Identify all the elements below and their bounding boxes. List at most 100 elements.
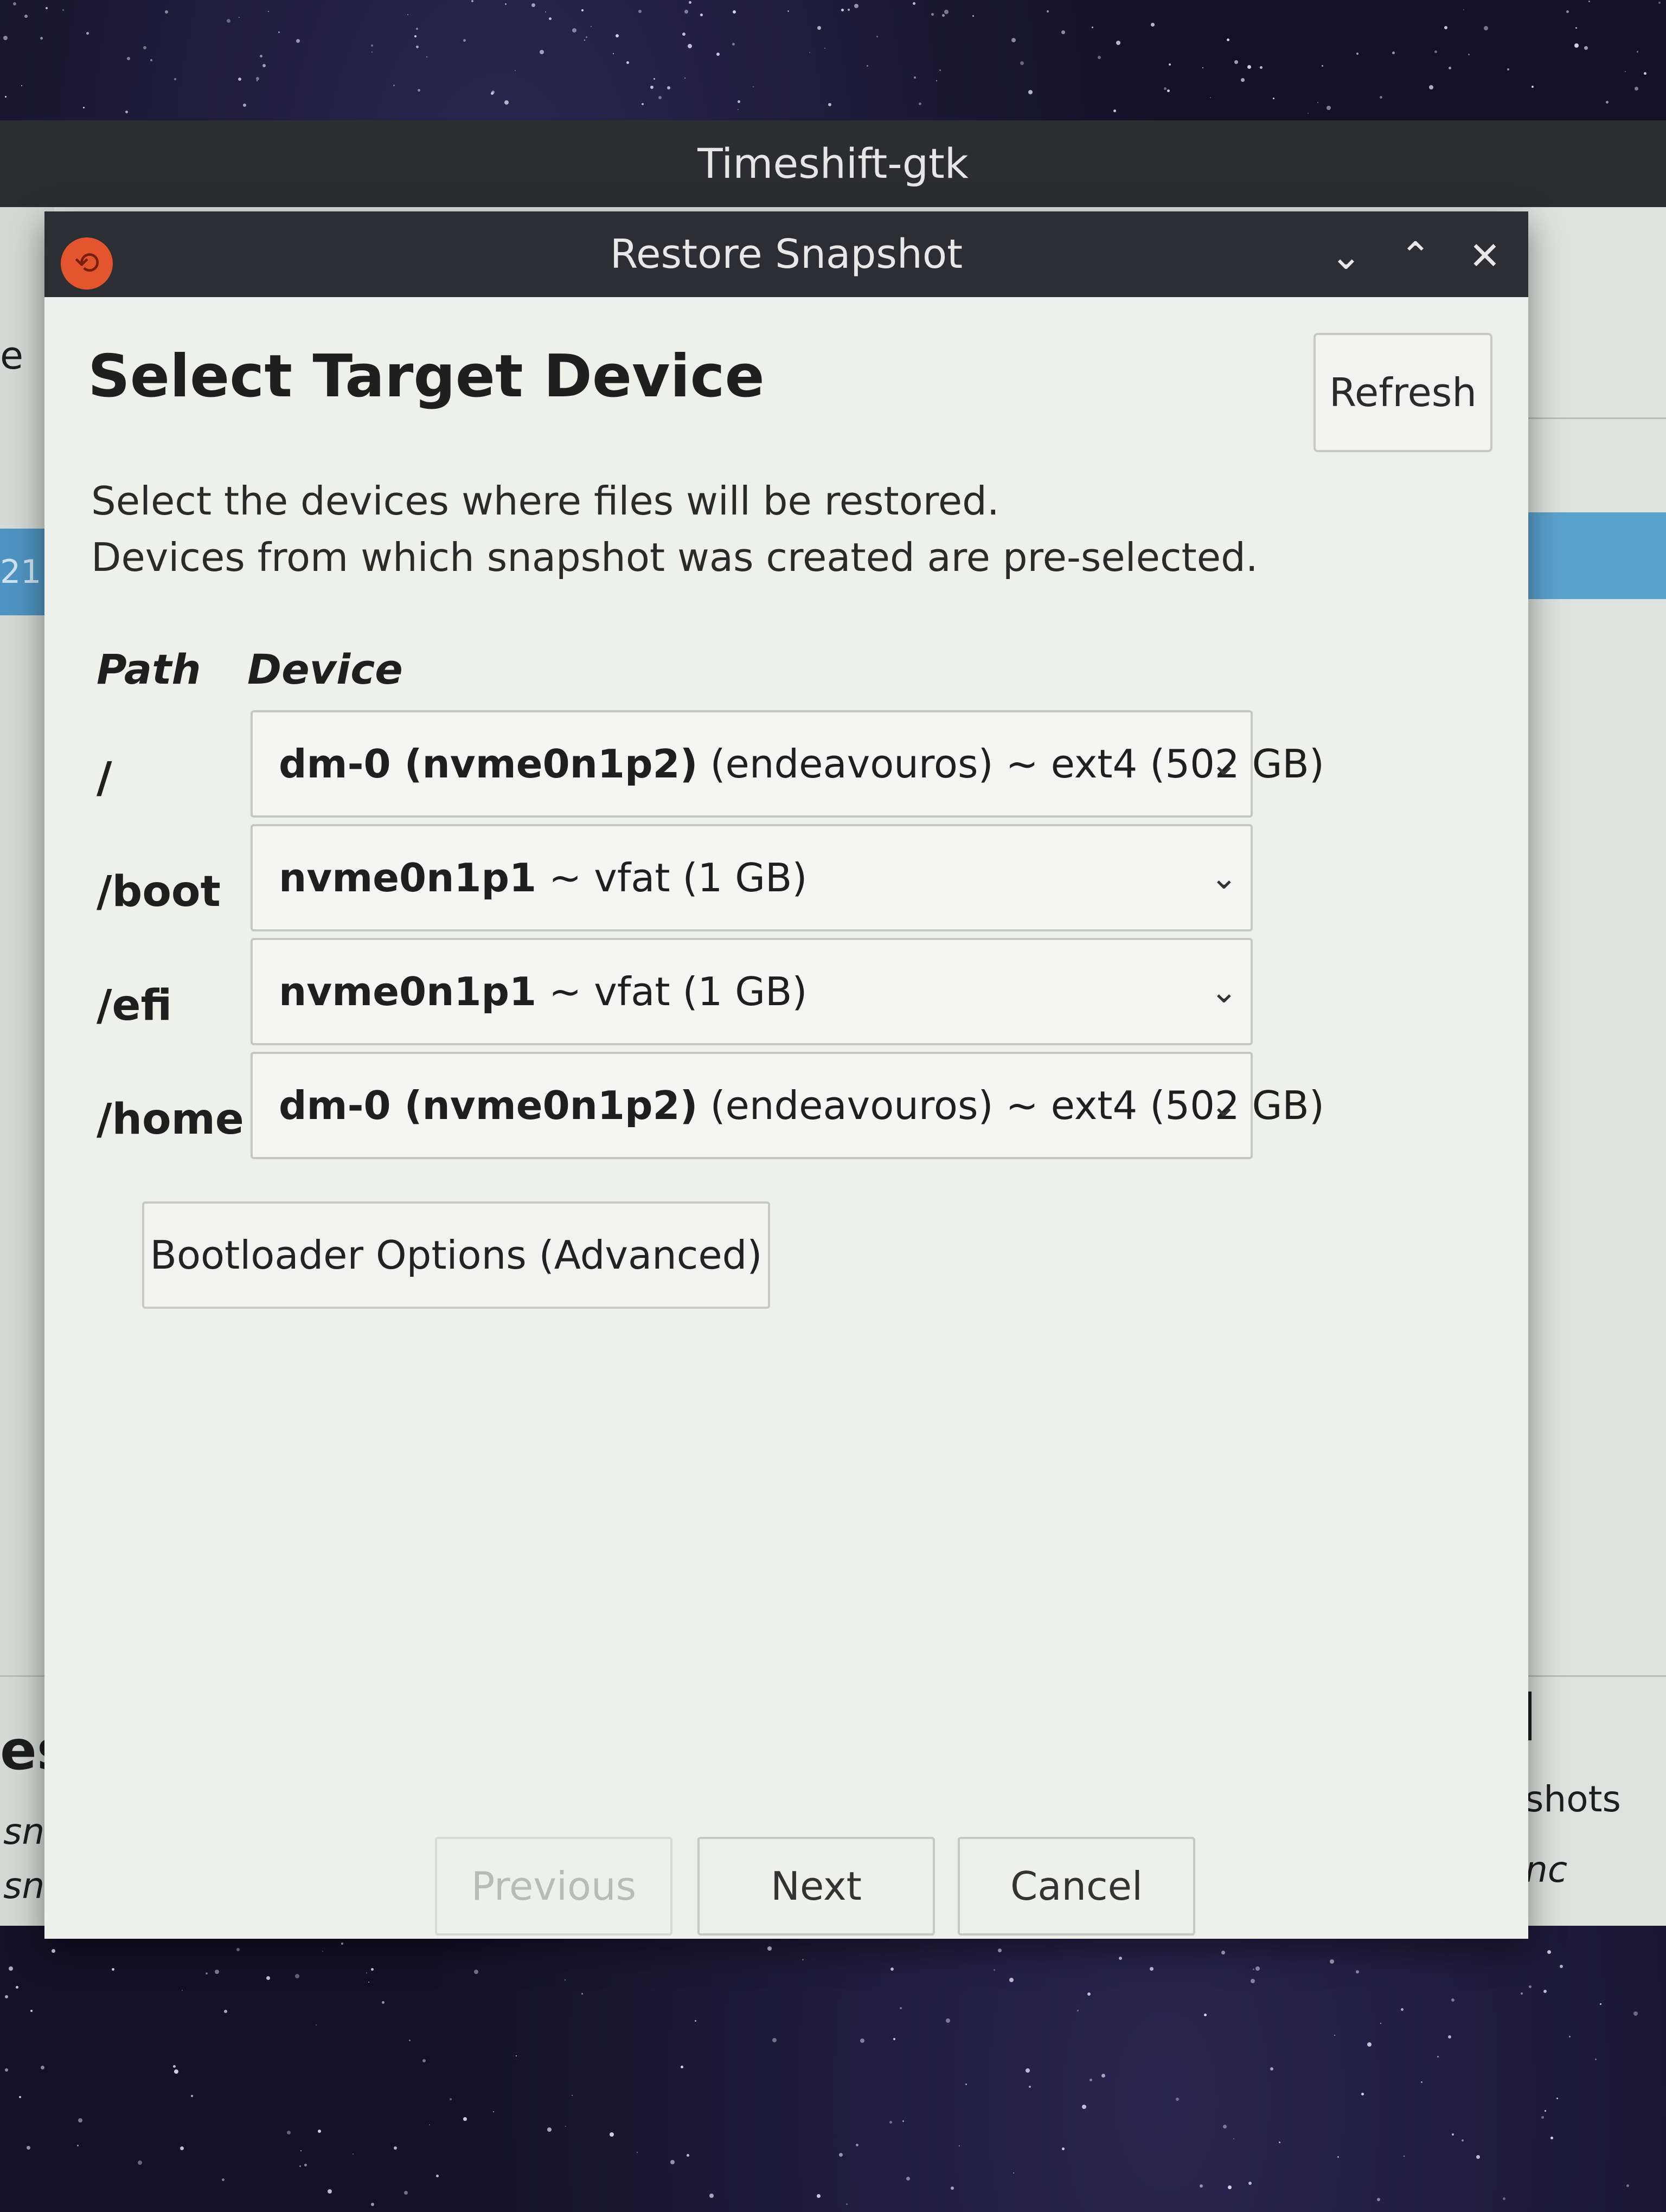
star <box>21 85 23 86</box>
star <box>1233 2138 1235 2139</box>
path-label-home: /home <box>97 1095 244 1144</box>
cancel-button[interactable]: Cancel <box>958 1837 1195 1935</box>
star <box>615 34 619 37</box>
parent-divider <box>1525 417 1666 419</box>
parent-window-title: Timeshift-gtk <box>697 139 969 188</box>
device-name: nvme0n1p1 <box>279 855 537 901</box>
star <box>366 1972 367 1974</box>
star <box>315 2024 317 2025</box>
device-select-root[interactable]: dm-0 (nvme0n1p2) (endeavouros) ~ ext4 (5… <box>251 710 1324 818</box>
column-header-path: Path <box>97 645 201 693</box>
star <box>30 2009 33 2012</box>
star <box>581 9 584 11</box>
star <box>912 2 915 5</box>
device-select-home[interactable]: dm-0 (nvme0n1p2) (endeavouros) ~ ext4 (5… <box>251 1052 1324 1159</box>
previous-button[interactable]: Previous <box>435 1837 672 1935</box>
device-detail: ~ vfat (1 GB) <box>536 969 808 1014</box>
star <box>1175 2097 1179 2101</box>
path-label-efi: /efi <box>97 981 172 1030</box>
star <box>516 2055 517 2056</box>
star <box>1428 85 1433 89</box>
close-icon[interactable]: ✕ <box>1458 229 1512 283</box>
star <box>1421 2081 1423 2083</box>
star <box>417 89 420 92</box>
star <box>890 1967 894 1971</box>
star <box>1550 2136 1553 2139</box>
star <box>1222 2124 1227 2129</box>
description-line-2: Devices from which snapshot was created … <box>91 535 1258 580</box>
chevron-down-icon: ⌄ <box>1210 973 1238 1011</box>
star <box>1379 96 1382 99</box>
star <box>972 15 974 17</box>
star <box>1202 67 1203 68</box>
star <box>514 70 516 72</box>
star <box>944 9 949 14</box>
star <box>941 14 945 17</box>
star <box>641 103 644 106</box>
star <box>876 36 878 38</box>
parent-selected-row-right[interactable] <box>1525 512 1666 599</box>
parent-window-titlebar: Timeshift-gtk <box>0 120 1666 207</box>
star <box>15 1985 18 1989</box>
star <box>638 10 642 14</box>
star <box>1337 2156 1339 2158</box>
star <box>1113 109 1117 112</box>
star <box>688 1 691 4</box>
star <box>40 36 43 40</box>
path-label-root: / <box>97 754 112 802</box>
restore-snapshot-dialog: ⟲ Restore Snapshot ⌄ ⌃ ✕ Select Target D… <box>44 211 1528 1939</box>
star <box>1595 2058 1597 2060</box>
star <box>547 2127 552 2132</box>
maximize-icon[interactable]: ⌃ <box>1388 229 1443 283</box>
chevron-down-icon: ⌄ <box>1210 745 1238 783</box>
star <box>732 10 736 14</box>
dialog-titlebar[interactable]: ⟲ Restore Snapshot ⌄ ⌃ ✕ <box>44 211 1528 297</box>
star <box>945 2018 950 2023</box>
parent-text-fragment: nc <box>1525 1849 1568 1891</box>
star <box>353 2153 354 2155</box>
star <box>564 1979 566 1980</box>
star <box>1626 2184 1629 2187</box>
bootloader-options-button[interactable]: Bootloader Options (Advanced) <box>142 1201 770 1309</box>
star <box>255 77 259 81</box>
parent-text-fragment: shots <box>1525 1778 1621 1820</box>
next-button[interactable]: Next <box>697 1837 935 1935</box>
star <box>670 2159 675 2164</box>
star <box>1028 89 1033 94</box>
star <box>650 85 653 89</box>
star <box>214 1970 219 1975</box>
star <box>1574 43 1579 48</box>
device-detail: ~ vfat (1 GB) <box>536 855 808 901</box>
star <box>278 31 280 33</box>
star <box>860 2038 865 2043</box>
star <box>845 2203 848 2205</box>
device-select-efi[interactable]: nvme0n1p1 ~ vfat (1 GB) ⌄ <box>251 938 1253 1045</box>
star <box>682 32 685 36</box>
star <box>227 18 231 23</box>
star <box>299 2165 302 2167</box>
minimize-icon[interactable]: ⌄ <box>1319 229 1373 283</box>
star <box>1101 2073 1105 2078</box>
device-name: nvme0n1p1 <box>279 969 537 1014</box>
star <box>1270 2067 1273 2070</box>
path-label-boot: /boot <box>97 867 221 916</box>
star <box>838 2153 843 2157</box>
device-select-value: dm-0 (nvme0n1p2) (endeavouros) ~ ext4 (5… <box>279 712 1324 815</box>
star <box>328 2189 332 2194</box>
refresh-button[interactable]: Refresh <box>1313 333 1492 452</box>
device-select-value: nvme0n1p1 ~ vfat (1 GB) <box>279 826 808 929</box>
star <box>1483 26 1488 31</box>
parent-text-fragment: e <box>0 333 24 378</box>
star <box>737 100 740 104</box>
star <box>1559 1964 1563 1968</box>
star <box>684 10 688 14</box>
star <box>370 44 373 47</box>
star <box>1062 2147 1065 2150</box>
column-header-device: Device <box>247 645 403 693</box>
star <box>8 1966 13 1971</box>
device-select-boot[interactable]: nvme0n1p1 ~ vfat (1 GB) ⌄ <box>251 824 1253 931</box>
star <box>1584 46 1588 50</box>
star <box>4 1995 8 1998</box>
star <box>266 1976 270 1980</box>
chevron-down-icon: ⌄ <box>1210 859 1238 897</box>
